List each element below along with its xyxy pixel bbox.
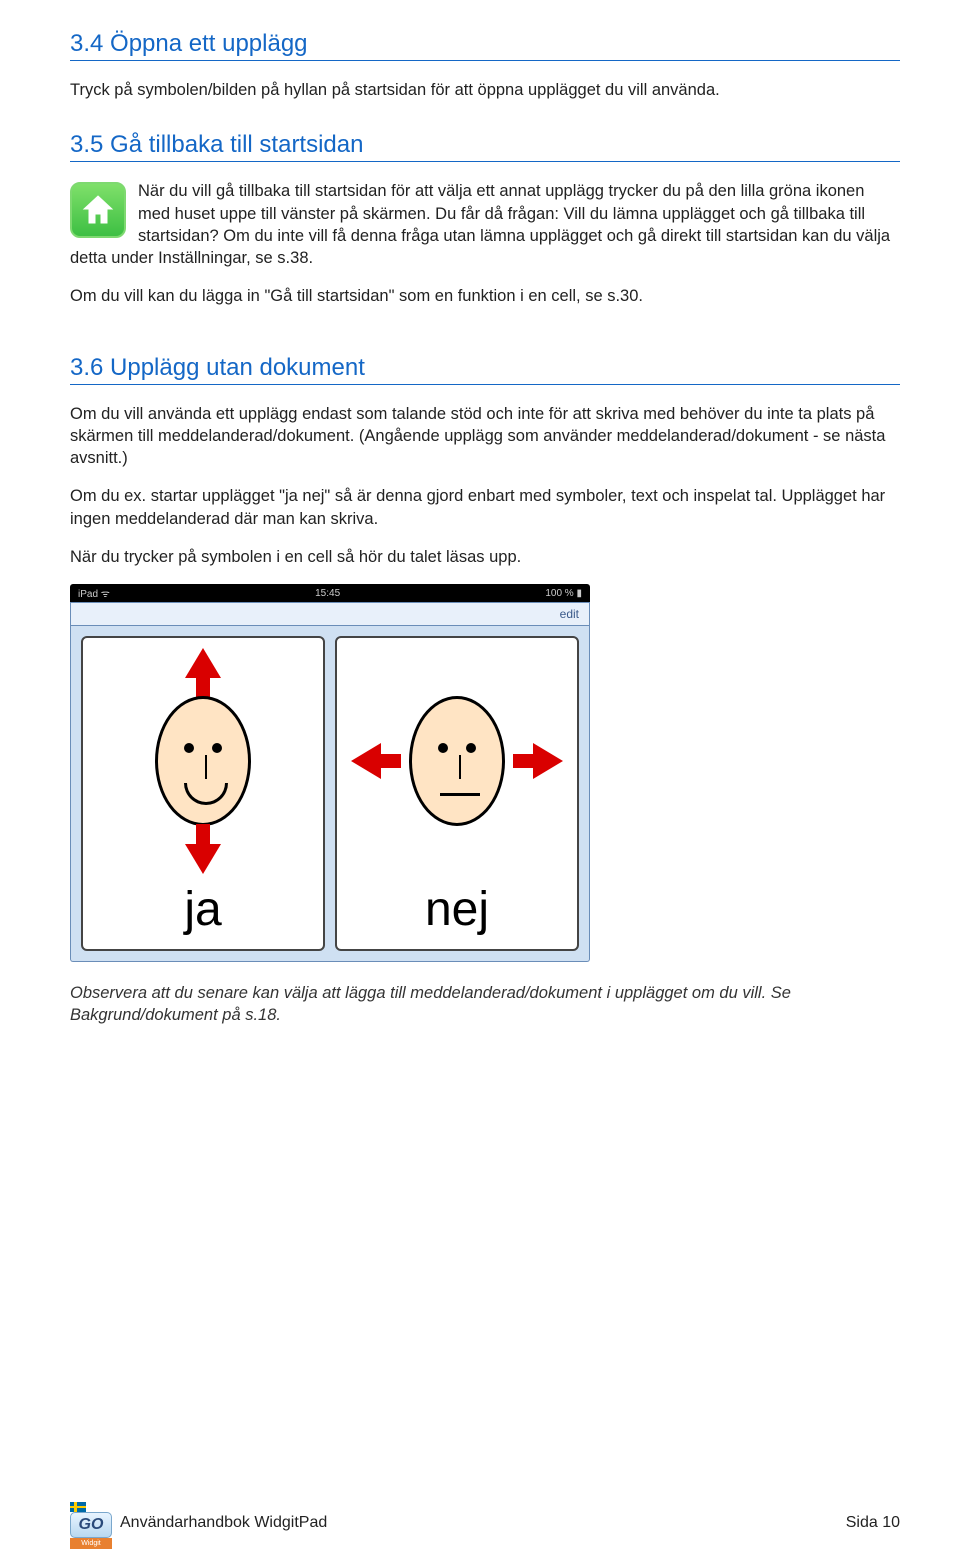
card-nej-label: nej bbox=[343, 882, 571, 937]
card-ja-label: ja bbox=[89, 882, 317, 937]
ipad-body: ja nej bbox=[70, 626, 590, 962]
edit-label: edit bbox=[560, 607, 579, 621]
section-3-5: 3.5 Gå tillbaka till startsidan När du v… bbox=[70, 131, 900, 323]
widgit-tag: Widgit bbox=[70, 1538, 112, 1549]
arrow-up-icon bbox=[185, 648, 221, 678]
para-3-6-3: När du trycker på symbolen i en cell så … bbox=[70, 546, 900, 568]
home-icon-wrap bbox=[70, 182, 126, 238]
section-3-4: 3.4 Öppna ett upplägg Tryck på symbolen/… bbox=[70, 30, 900, 101]
heading-3-5: 3.5 Gå tillbaka till startsidan bbox=[70, 131, 900, 162]
footer-logo: GO Widgit bbox=[70, 1502, 112, 1544]
para-3-6-1: Om du vill använda ett upplägg endast so… bbox=[70, 403, 900, 470]
para-3-5-2: Om du vill kan du lägga in "Gå till star… bbox=[70, 285, 900, 307]
page-footer: GO Widgit Användarhandbok WidgitPad Sida… bbox=[70, 1502, 900, 1544]
para-3-5-1: När du vill gå tillbaka till startsidan … bbox=[70, 180, 900, 269]
note-text: Observera att du senare kan välja att lä… bbox=[70, 982, 900, 1027]
flag-icon bbox=[70, 1502, 86, 1512]
card-ja-image bbox=[89, 646, 317, 876]
arrow-right-icon bbox=[533, 743, 563, 779]
footer-title: Användarhandbok WidgitPad bbox=[120, 1514, 327, 1532]
section-3-6: 3.6 Upplägg utan dokument Om du vill anv… bbox=[70, 354, 900, 1027]
card-nej: nej bbox=[335, 636, 579, 951]
para-3-4-1: Tryck på symbolen/bilden på hyllan på st… bbox=[70, 79, 900, 101]
face-smile-icon bbox=[155, 696, 251, 826]
status-time: 15:45 bbox=[315, 588, 340, 599]
status-battery: 100 % ▮ bbox=[545, 588, 582, 599]
go-icon: GO bbox=[70, 1512, 112, 1538]
footer-page: Sida 10 bbox=[846, 1514, 900, 1532]
heading-3-4: 3.4 Öppna ett upplägg bbox=[70, 30, 900, 61]
ipad-statusbar: iPad ᯤ 15:45 100 % ▮ bbox=[70, 584, 590, 602]
heading-3-6: 3.6 Upplägg utan dokument bbox=[70, 354, 900, 385]
ipad-titlebar: edit bbox=[70, 602, 590, 626]
para-3-6-2: Om du ex. startar upplägget "ja nej" så … bbox=[70, 485, 900, 530]
arrow-left-icon bbox=[351, 743, 381, 779]
footer-left: GO Widgit Användarhandbok WidgitPad bbox=[70, 1502, 327, 1544]
card-nej-image bbox=[343, 646, 571, 876]
status-left: iPad ᯤ bbox=[78, 586, 110, 600]
card-ja: ja bbox=[81, 636, 325, 951]
ipad-screenshot: iPad ᯤ 15:45 100 % ▮ edit bbox=[70, 584, 590, 962]
home-icon bbox=[70, 182, 126, 238]
arrow-down-icon bbox=[185, 844, 221, 874]
house-icon bbox=[80, 192, 116, 228]
face-flat-icon bbox=[409, 696, 505, 826]
